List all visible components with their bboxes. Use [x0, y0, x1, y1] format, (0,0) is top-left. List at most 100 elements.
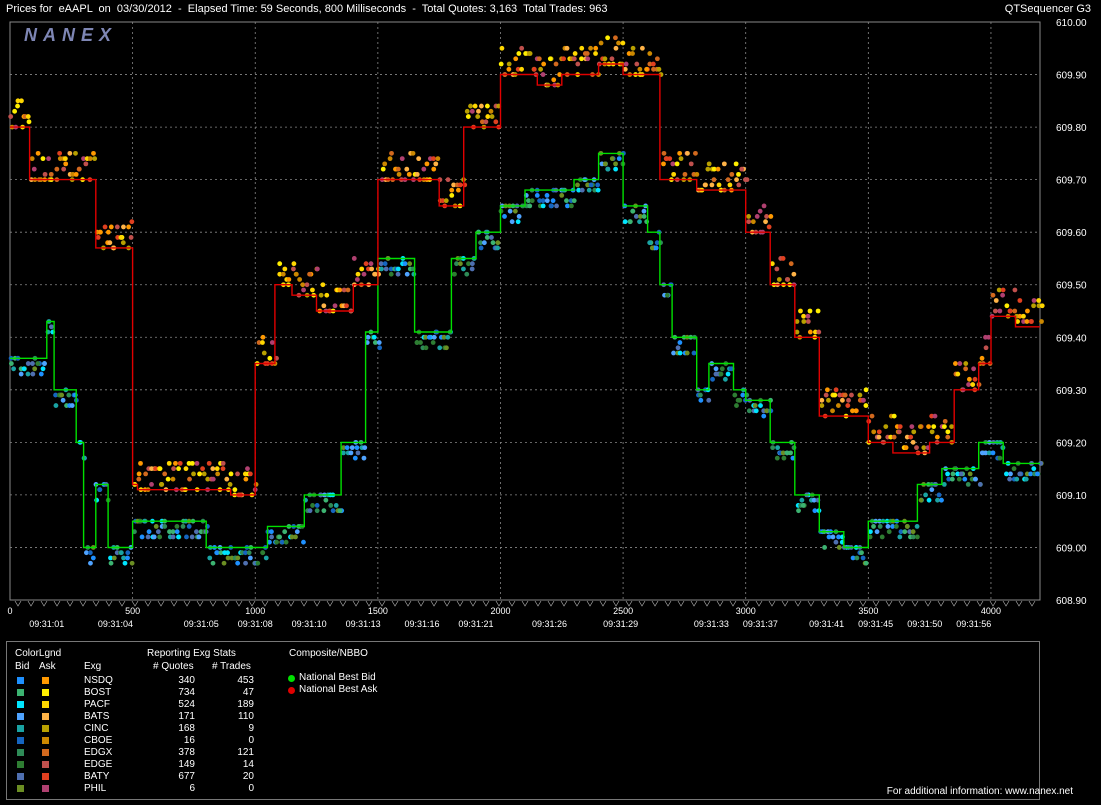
bid-quote-marker	[418, 340, 423, 345]
ask-quote-marker	[616, 40, 621, 46]
bid-quote-marker	[871, 524, 876, 529]
ask-quote-marker	[805, 319, 811, 324]
ask-quote-marker	[63, 161, 69, 167]
bid-quote-marker	[139, 534, 145, 540]
ask-quote-marker	[478, 103, 484, 109]
ask-quote-marker	[297, 277, 303, 282]
ask-quote-marker	[269, 340, 275, 345]
ask-quote-marker	[455, 187, 461, 193]
ask-quote-marker	[485, 114, 491, 119]
legend-colorlgnd: ColorLgnd	[15, 648, 62, 659]
ask-quote-marker	[613, 45, 619, 51]
bid-quote-marker	[25, 371, 31, 377]
trade-tick-mark	[833, 600, 841, 607]
ask-quote-marker	[979, 355, 985, 361]
ask-quote-marker	[746, 214, 752, 219]
ask-quote-marker	[332, 303, 338, 309]
ask-quote-marker	[73, 150, 78, 156]
ask-quote-marker	[584, 51, 590, 56]
exchange-name: CBOE	[84, 735, 113, 746]
ask-quote-marker	[359, 266, 365, 272]
ask-quote-marker	[914, 445, 919, 451]
bid-quote-marker	[189, 534, 195, 540]
y-tick-label: 610.00	[1056, 18, 1087, 29]
nbb-legend-marker	[288, 675, 295, 682]
ask-quote-marker	[908, 434, 914, 440]
bid-quote-marker	[791, 445, 797, 451]
ask-quote-marker	[513, 56, 519, 62]
bid-quote-marker	[59, 392, 65, 398]
trade-count: 189	[237, 699, 254, 710]
ask-quote-marker	[484, 103, 490, 109]
trade-tick-mark	[196, 600, 204, 607]
bid-quote-marker	[904, 524, 910, 529]
ask-quote-marker	[105, 229, 111, 235]
ask-quote-marker	[891, 434, 897, 440]
trade-tick-mark	[781, 600, 789, 607]
ask-quote-marker	[260, 340, 265, 345]
trade-tick-mark	[586, 600, 594, 607]
ask-quote-marker	[816, 329, 822, 335]
bid-quote-marker	[571, 198, 577, 204]
ask-quote-marker	[896, 429, 902, 435]
ask-quote-marker	[917, 424, 923, 429]
ask-quote-marker	[396, 171, 402, 177]
trade-tick-mark	[664, 600, 672, 607]
bid-quote-marker	[874, 529, 880, 535]
ask-quote-marker	[650, 61, 656, 67]
bid-quote-marker	[939, 497, 944, 503]
ask-quote-marker	[609, 56, 615, 62]
bid-quote-marker	[684, 350, 690, 356]
x-tick-label: 4000	[981, 606, 1001, 616]
ask-quote-marker	[210, 466, 216, 472]
ask-quote-marker	[830, 408, 835, 414]
ask-quote-marker	[468, 103, 473, 109]
legend-bid-header: Bid	[15, 661, 30, 672]
ask-quote-marker	[368, 261, 374, 267]
ask-quote-marker	[476, 108, 481, 114]
ask-quote-marker	[48, 171, 54, 177]
ask-quote-marker	[861, 397, 866, 403]
bid-quote-marker	[314, 503, 320, 508]
ask-quote-marker	[1004, 303, 1010, 309]
bid-quote-marker	[464, 271, 470, 277]
bid-quote-marker	[481, 240, 487, 246]
bid-quote-marker	[355, 450, 361, 456]
trade-tick-mark	[1002, 600, 1010, 607]
ask-quote-marker	[465, 114, 471, 119]
bid-quote-marker	[595, 182, 601, 188]
ask-quote-marker	[25, 114, 31, 119]
exchange-name: NSDQ	[84, 675, 113, 686]
ask-quote-marker	[8, 114, 14, 119]
bid-quote-marker	[926, 497, 932, 503]
ask-quote-marker	[431, 166, 437, 172]
ask-quote-marker	[108, 224, 114, 230]
trade-tick-mark	[911, 600, 919, 607]
ask-quote-marker	[757, 208, 763, 214]
ask-quote-marker	[46, 156, 51, 162]
ask-quote-marker	[572, 51, 578, 56]
ask-quote-marker	[200, 466, 205, 472]
bid-quote-marker	[527, 203, 533, 209]
ask-quote-marker	[876, 434, 882, 440]
ask-quote-marker	[1039, 303, 1045, 309]
trade-tick-mark	[950, 600, 958, 607]
bid-quote-marker	[725, 371, 731, 377]
bid-quote-marker	[758, 403, 763, 408]
bid-quote-marker	[644, 219, 650, 225]
ask-quote-marker	[963, 366, 969, 372]
ask-quote-marker	[579, 56, 584, 62]
bid-quote-marker	[548, 203, 554, 209]
bid-quote-marker	[799, 497, 805, 503]
bid-quote-marker	[977, 482, 983, 487]
quote-count: 16	[183, 735, 195, 746]
trade-tick-mark	[79, 600, 87, 607]
ask-quote-marker	[165, 476, 171, 482]
bid-quote-marker	[728, 366, 734, 372]
bid-quote-marker	[66, 392, 72, 398]
bid-quote-marker	[1023, 476, 1029, 482]
bid-quote-marker	[349, 445, 355, 451]
ask-quote-marker	[363, 261, 369, 267]
ask-quote-marker	[1017, 298, 1023, 303]
ask-quote-marker	[921, 445, 927, 451]
